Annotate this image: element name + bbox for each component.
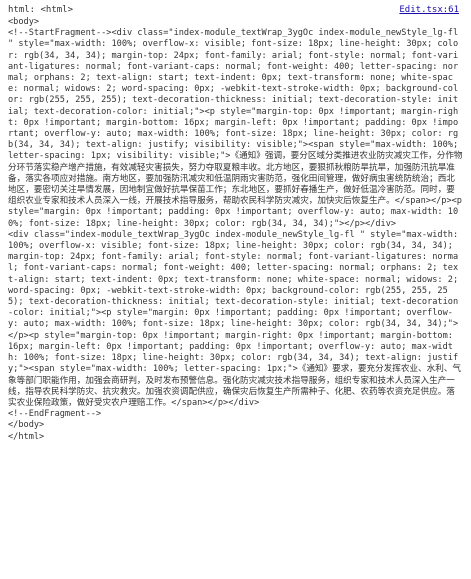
source-line-end-fragment: <!--EndFragment-->: [8, 409, 102, 420]
viewer-header: html: <html> Edit.tsx:61: [8, 4, 463, 17]
source-file-link[interactable]: Edit.tsx:61: [399, 5, 459, 16]
source-line-fragment-1: <!--StartFragment--><div class="index-mo…: [8, 28, 468, 229]
source-line-html-close: </html>: [8, 431, 45, 442]
html-source-viewer: html: <html> Edit.tsx:61 <body> <!--Start…: [0, 0, 471, 579]
source-line-body-close: </body>: [8, 420, 45, 431]
source-line-body-open: <body>: [8, 17, 40, 27]
element-path: html: <html>: [8, 5, 74, 15]
source-line-fragment-2: <div class="index-module_textWrap_3ygOc …: [8, 229, 464, 408]
html-source-code[interactable]: <body> <!--StartFragment--><div class="in…: [8, 17, 463, 443]
